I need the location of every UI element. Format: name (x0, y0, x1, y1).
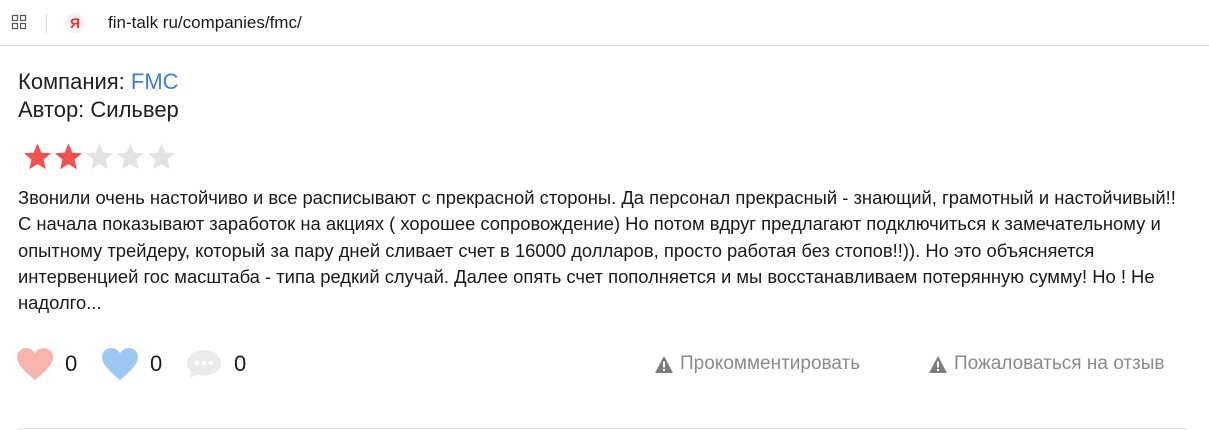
company-label: Компания: (18, 69, 131, 94)
like-count: 0 (65, 351, 78, 376)
browser-address-bar: Я fin-talk ru/companies/fmc/ (0, 0, 1209, 46)
heart-blue-icon (102, 348, 138, 380)
review-card: Компания: FMC Автор: Сильвер Звонили оче… (18, 68, 1188, 313)
comment-link-label: Прокомментировать (680, 353, 861, 374)
bottom-divider (18, 428, 1188, 429)
star-empty-icon (117, 143, 144, 170)
comments-count: 0 (234, 351, 247, 376)
author-label: Автор: (18, 97, 91, 122)
complain-link-label: Пожаловаться на отзыв (954, 353, 1165, 374)
company-line: Компания: FMC (18, 68, 1188, 96)
heart-count: 0 (150, 351, 163, 376)
complain-link[interactable]: Пожаловаться на отзыв (928, 352, 1165, 376)
tabs-grid-icon[interactable] (11, 14, 27, 30)
star-rating (22, 142, 177, 172)
like-button[interactable]: 0 (16, 344, 77, 384)
author-name: Сильвер (90, 97, 179, 122)
yandex-favicon-icon: Я (64, 12, 86, 34)
favicon-letter: Я (70, 15, 80, 31)
star-empty-icon (148, 143, 175, 170)
warning-triangle-icon (929, 355, 947, 373)
company-link[interactable]: FMC (131, 69, 179, 94)
heart-button[interactable]: 0 (101, 344, 162, 384)
author-line: Автор: Сильвер (18, 96, 1188, 124)
review-text: Звонили очень настойчиво и все расписыва… (18, 187, 1176, 314)
comment-bubble-icon (187, 350, 221, 379)
comment-link[interactable]: Прокомментировать (654, 352, 860, 376)
star-empty-icon (86, 143, 113, 170)
address-separator (46, 13, 47, 33)
heart-pink-icon (17, 348, 53, 380)
url-field[interactable]: fin-talk ru/companies/fmc/ (108, 12, 302, 34)
star-filled-icon (24, 143, 51, 170)
star-filled-icon (55, 143, 82, 170)
warning-triangle-icon (655, 355, 673, 373)
comments-button[interactable]: 0 (185, 344, 246, 384)
